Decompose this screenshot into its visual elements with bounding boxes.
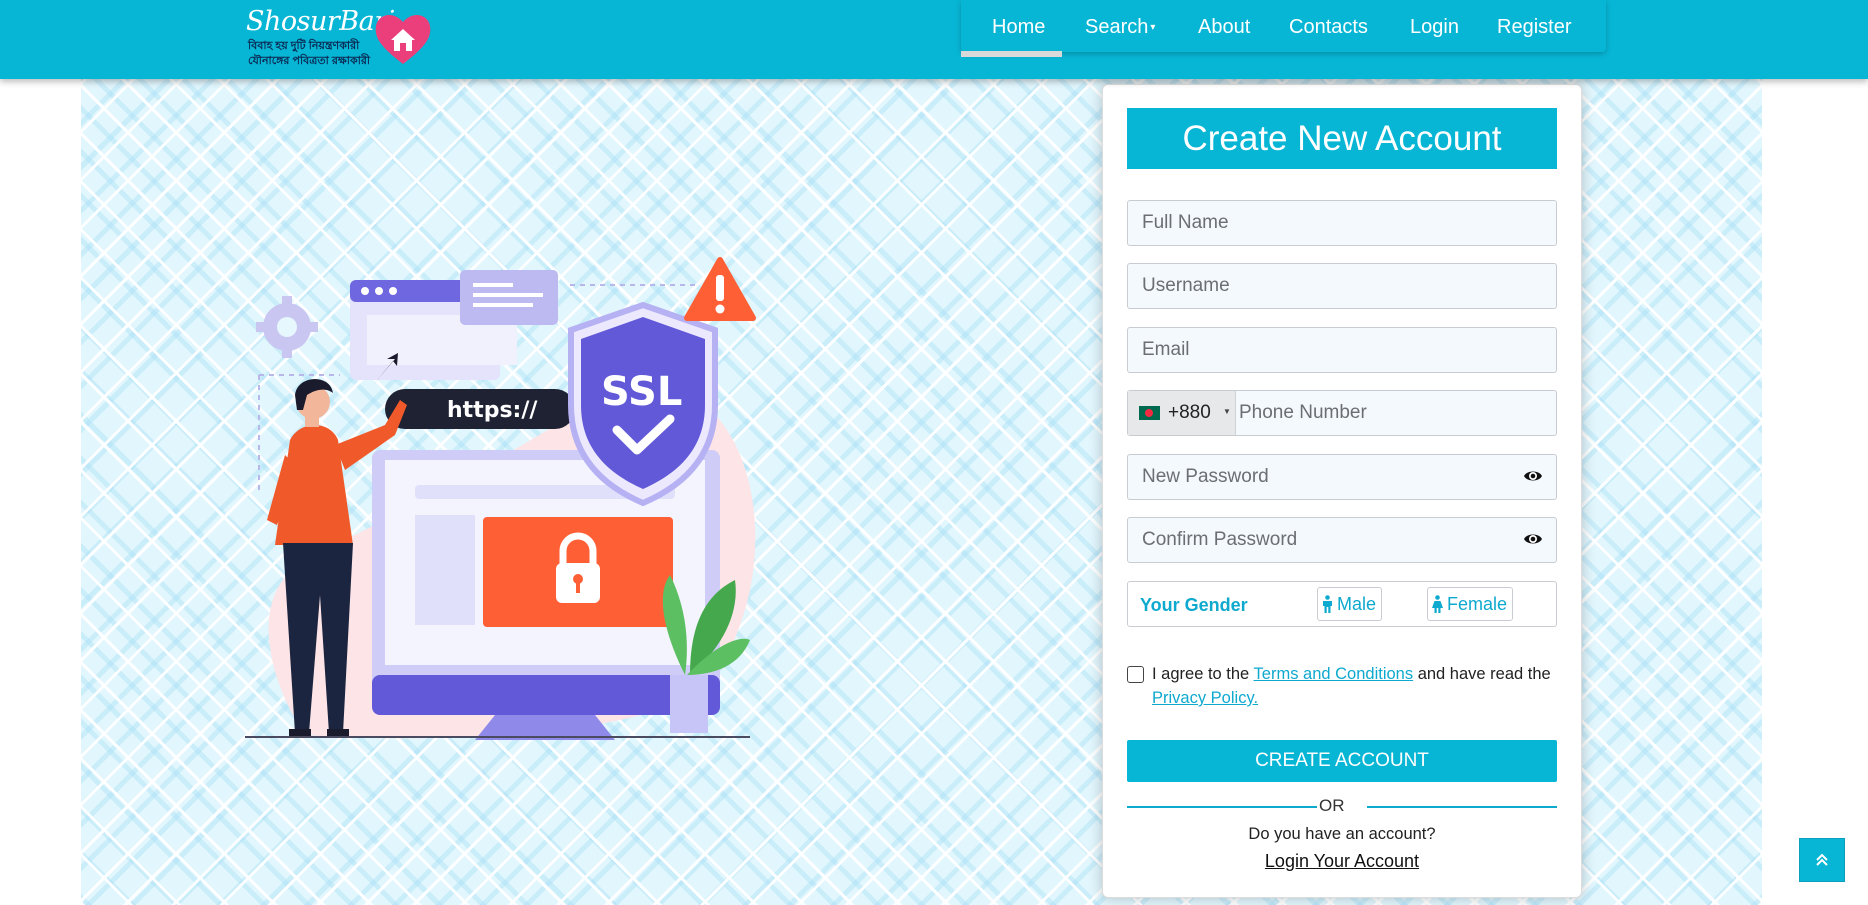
top-navbar: ShosurBari বিবাহ হয় দুটি নিয়ন্ত্রণকারী…: [0, 0, 1868, 79]
logo-name: ShosurBari: [246, 6, 395, 37]
nav-login[interactable]: Login: [1410, 16, 1459, 39]
divider-right: [1367, 806, 1557, 808]
site-logo[interactable]: ShosurBari বিবাহ হয় দুটি নিয়ন্ত্রণকারী…: [246, 6, 436, 70]
confirm-password-input[interactable]: [1128, 518, 1556, 562]
username-field: [1127, 263, 1557, 309]
female-icon: [1432, 595, 1443, 613]
nav-home[interactable]: Home: [960, 16, 1063, 57]
confirm-password-field: [1127, 517, 1557, 563]
gender-field: Your Gender Male Female: [1127, 581, 1557, 627]
https-label: https://: [447, 398, 538, 423]
warning-icon: [684, 257, 756, 321]
terms-prefix: I agree to the: [1152, 665, 1254, 683]
or-separator: OR: [1319, 796, 1345, 815]
terms-link[interactable]: Terms and Conditions: [1254, 665, 1414, 683]
create-account-button[interactable]: CREATE ACCOUNT: [1127, 740, 1557, 782]
gender-label: Your Gender: [1140, 595, 1248, 615]
ssl-security-illustration: https:// SSL: [245, 257, 756, 740]
email-field: [1127, 327, 1557, 373]
new-password-field: [1127, 454, 1557, 500]
privacy-link[interactable]: Privacy Policy.: [1152, 689, 1258, 707]
gender-female-option[interactable]: Female: [1427, 587, 1514, 621]
nav-register[interactable]: Register: [1497, 16, 1571, 39]
divider-left: [1127, 806, 1317, 808]
main-nav: Home Search ▾ About Contacts Login Regist…: [960, 0, 1606, 57]
nav-about[interactable]: About: [1198, 16, 1250, 39]
double-chevron-up-icon: [1816, 853, 1828, 866]
nav-contacts[interactable]: Contacts: [1289, 16, 1368, 39]
terms-middle: and have read the: [1413, 665, 1551, 683]
caret-down-icon: ▾: [1150, 22, 1156, 34]
dial-code: +880: [1168, 402, 1211, 423]
new-password-input[interactable]: [1128, 455, 1556, 499]
https-pill: https://: [385, 389, 575, 429]
phone-field: +880 ▼: [1127, 390, 1557, 436]
heart-house-icon: [375, 15, 431, 64]
terms-text: I agree to the Terms and Conditions and …: [1152, 662, 1562, 710]
logo-tagline-2: যৌনাঙ্গের পবিত্রতা রক্ষাকারী: [248, 55, 371, 67]
privacy-suffix: .: [1253, 689, 1259, 707]
nav-search[interactable]: Search ▾: [1085, 16, 1155, 39]
full-name-field: [1127, 200, 1557, 246]
full-name-input[interactable]: [1128, 201, 1556, 245]
eye-icon[interactable]: [1523, 532, 1543, 546]
username-input[interactable]: [1128, 264, 1556, 308]
gear-icon: [256, 296, 318, 358]
login-account-link[interactable]: Login Your Account: [1103, 851, 1581, 872]
male-icon: [1323, 595, 1332, 613]
gender-female-label: Female: [1447, 594, 1508, 614]
gender-male-option[interactable]: Male: [1317, 587, 1383, 621]
eye-icon[interactable]: [1523, 469, 1543, 483]
bangladesh-flag-icon: [1139, 406, 1160, 420]
privacy-label: Privacy Policy: [1152, 689, 1254, 707]
browser-window-graphic: [350, 270, 558, 380]
ssl-label: SSL: [601, 369, 682, 415]
have-account-text: Do you have an account?: [1248, 825, 1436, 843]
terms-checkbox[interactable]: [1127, 666, 1144, 683]
caret-down-icon: ▼: [1223, 407, 1231, 416]
country-code-selector[interactable]: +880 ▼: [1128, 391, 1236, 435]
nav-search-label: Search: [1085, 16, 1149, 38]
phone-number-input[interactable]: [1235, 391, 1555, 435]
email-input[interactable]: [1128, 328, 1556, 372]
gender-male-label: Male: [1337, 594, 1377, 614]
form-title: Create New Account: [1127, 108, 1557, 169]
create-account-card: Create New Account +880 ▼ Your Gender: [1102, 84, 1582, 898]
back-to-top-button[interactable]: [1799, 838, 1845, 882]
